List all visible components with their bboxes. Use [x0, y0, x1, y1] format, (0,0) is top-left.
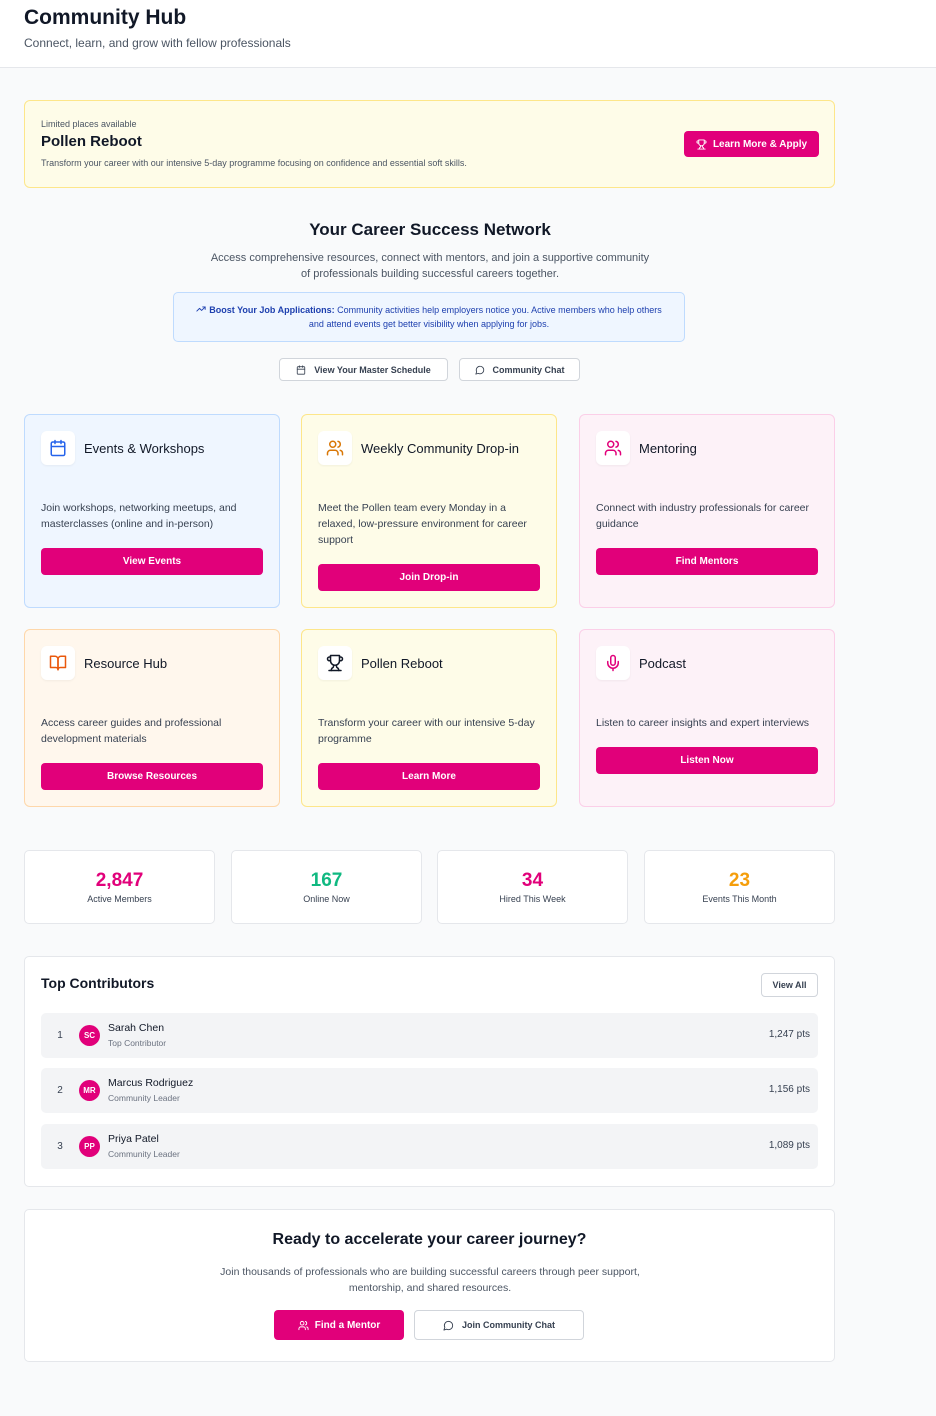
find-a-mentor-label: Find a Mentor — [314, 1319, 381, 1331]
community-chat-label: Community Chat — [492, 364, 565, 375]
trophy-icon — [696, 138, 707, 150]
avatar: PP — [79, 1136, 100, 1157]
stat-label: Events This Month — [702, 894, 777, 904]
contributor-name: Priya Patel — [108, 1133, 159, 1145]
learn-more-apply-label: Learn More & Apply — [712, 138, 808, 150]
contributor-points: 1,089 pts — [768, 1140, 810, 1151]
boost-title: Boost Your Job Applications: — [209, 305, 335, 315]
card-description: Listen to career insights and expert int… — [596, 717, 810, 729]
banner-description: Transform your career with our intensive… — [41, 158, 467, 168]
find-a-mentor-button[interactable]: Find a Mentor — [274, 1310, 404, 1340]
contributor-row[interactable]: 3 PP Priya Patel Community Leader 1,089 … — [41, 1124, 818, 1169]
page-title: Community Hub — [24, 6, 187, 29]
network-title: Your Career Success Network — [309, 220, 551, 239]
view-events-button[interactable]: View Events — [41, 548, 263, 575]
users-icon — [326, 440, 344, 456]
view-master-schedule-label: View Your Master Schedule — [314, 364, 431, 375]
view-master-schedule-button[interactable]: View Your Master Schedule — [279, 358, 448, 381]
cta-description: Join thousands of professionals who are … — [220, 1266, 640, 1294]
page-header: Community Hub Connect, learn, and grow w… — [0, 0, 936, 68]
calendar-icon — [297, 364, 306, 375]
stat-hired-this-week: 34 Hired This Week — [437, 850, 628, 924]
avatar: SC — [79, 1025, 100, 1046]
boost-text: Community activities help employers noti… — [308, 305, 662, 329]
card-description: Connect with industry professionals for … — [596, 502, 810, 530]
contributor-name: Marcus Rodriguez — [108, 1077, 194, 1089]
cta-panel: Ready to accelerate your career journey?… — [24, 1209, 835, 1362]
contributor-points: 1,247 pts — [768, 1029, 810, 1040]
top-contributors-panel: Top Contributors View All 1 SC Sarah Che… — [24, 956, 835, 1187]
stat-value: 23 — [728, 870, 751, 891]
stat-label: Hired This Week — [499, 894, 566, 904]
book-icon — [49, 655, 67, 671]
join-drop-in-button[interactable]: Join Drop-in — [318, 564, 540, 591]
card-description: Access career guides and professional de… — [41, 717, 222, 745]
join-community-chat-button[interactable]: Join Community Chat — [414, 1310, 584, 1340]
contributor-role: Community Leader — [108, 1093, 180, 1103]
promo-banner: Limited places available Pollen Reboot T… — [24, 100, 835, 188]
learn-more-button[interactable]: Learn More — [318, 763, 540, 790]
contributor-name: Sarah Chen — [108, 1022, 165, 1034]
card-weekly-drop-in: Weekly Community Drop-in Meet the Pollen… — [301, 414, 557, 608]
card-title: Pollen Reboot — [361, 656, 443, 671]
cta-title: Ready to accelerate your career journey? — [272, 1231, 587, 1248]
avatar: MR — [79, 1080, 100, 1101]
users-icon — [604, 440, 622, 456]
users-icon — [298, 1320, 309, 1330]
view-all-button[interactable]: View All — [761, 973, 818, 997]
banner-title: Pollen Reboot — [41, 133, 142, 150]
banner-eyebrow: Limited places available — [41, 119, 137, 129]
card-title: Events & Workshops — [84, 441, 205, 456]
stat-online-now: 167 Online Now — [231, 850, 422, 924]
network-description: Access comprehensive resources, connect … — [210, 252, 650, 280]
page-subtitle: Connect, learn, and grow with fellow pro… — [24, 36, 291, 50]
card-pollen-reboot: Pollen Reboot Transform your career with… — [301, 629, 557, 807]
card-resource-hub: Resource Hub Access career guides and pr… — [24, 629, 280, 807]
stat-value: 34 — [521, 870, 544, 891]
stat-value: 167 — [310, 870, 343, 891]
card-description: Transform your career with our intensive… — [318, 717, 535, 745]
card-title: Resource Hub — [84, 656, 168, 671]
contributor-role: Top Contributor — [108, 1038, 167, 1048]
trending-up-icon — [196, 306, 206, 312]
contributor-role: Community Leader — [108, 1149, 180, 1159]
browse-resources-button[interactable]: Browse Resources — [41, 763, 263, 790]
stat-label: Online Now — [303, 894, 350, 904]
contributor-rank: 2 — [57, 1084, 63, 1096]
join-community-chat-label: Join Community Chat — [461, 1320, 555, 1330]
stat-label: Active Members — [87, 894, 152, 904]
stat-active-members: 2,847 Active Members — [24, 850, 215, 924]
contributor-rank: 3 — [57, 1140, 63, 1152]
contributor-row[interactable]: 2 MR Marcus Rodriguez Community Leader 1… — [41, 1068, 818, 1113]
boost-info-box: Boost Your Job Applications: Community a… — [173, 292, 685, 342]
top-contributors-title: Top Contributors — [41, 975, 155, 991]
contributor-rank: 1 — [57, 1029, 63, 1041]
card-podcast: Podcast Listen to career insights and ex… — [579, 629, 835, 807]
microphone-icon — [607, 654, 619, 672]
card-description: Meet the Pollen team every Monday in a r… — [318, 502, 527, 546]
stat-events-this-month: 23 Events This Month — [644, 850, 835, 924]
message-circle-icon — [443, 1320, 454, 1331]
card-description: Join workshops, networking meetups, and … — [41, 502, 237, 530]
card-title: Mentoring — [639, 441, 697, 456]
contributor-points: 1,156 pts — [768, 1084, 810, 1095]
listen-now-button[interactable]: Listen Now — [596, 747, 818, 774]
contributor-row[interactable]: 1 SC Sarah Chen Top Contributor 1,247 pt… — [41, 1013, 818, 1058]
find-mentors-button[interactable]: Find Mentors — [596, 548, 818, 575]
learn-more-apply-button[interactable]: Learn More & Apply — [684, 131, 819, 157]
card-events-workshops: Events & Workshops Join workshops, netwo… — [24, 414, 280, 608]
card-title: Weekly Community Drop-in — [361, 441, 519, 456]
message-circle-icon — [474, 365, 484, 375]
card-mentoring: Mentoring Connect with industry professi… — [579, 414, 835, 608]
trophy-icon — [326, 654, 344, 672]
card-title: Podcast — [639, 656, 686, 671]
stat-value: 2,847 — [95, 870, 144, 891]
community-chat-button[interactable]: Community Chat — [459, 358, 580, 381]
calendar-icon — [50, 439, 66, 457]
